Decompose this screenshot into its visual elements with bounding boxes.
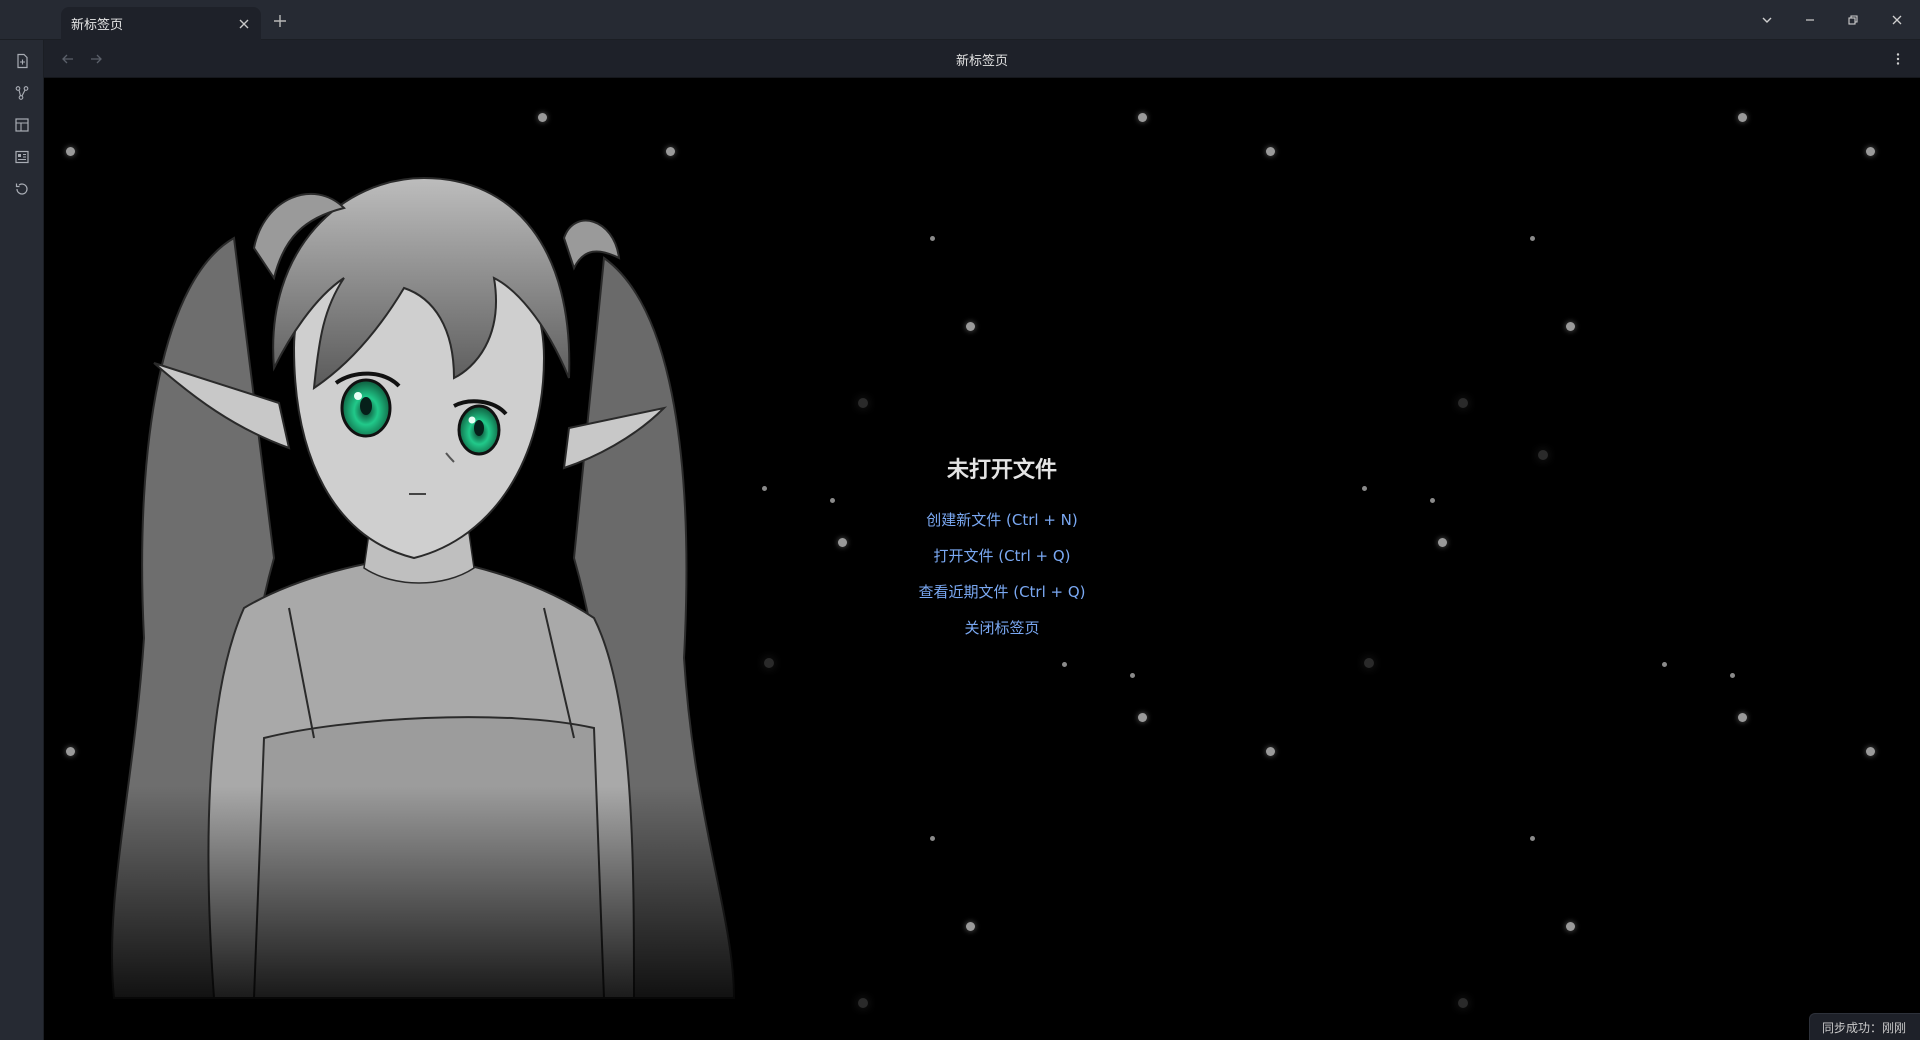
status-bar: 同步成功：刚刚 — [1808, 1013, 1920, 1040]
star-decoration — [1266, 747, 1275, 756]
slides-icon[interactable] — [11, 146, 33, 168]
star-decoration — [858, 398, 868, 408]
sync-history-icon[interactable] — [11, 178, 33, 200]
chevron-down-icon[interactable] — [1753, 8, 1781, 32]
star-decoration — [966, 922, 975, 931]
graph-view-icon[interactable] — [11, 82, 33, 104]
close-icon[interactable] — [1883, 8, 1911, 32]
close-tab-link[interactable]: 关闭标签页 — [44, 617, 1920, 638]
tab-label: 新标签页 — [71, 18, 124, 33]
more-vertical-icon[interactable] — [1888, 49, 1908, 69]
star-decoration — [1266, 147, 1275, 156]
recent-files-link[interactable]: 查看近期文件 (Ctrl + Q) — [44, 581, 1920, 602]
empty-state-title: 未打开文件 — [946, 458, 1057, 483]
star-decoration — [1866, 747, 1875, 756]
star-decoration — [1730, 673, 1735, 678]
star-decoration — [930, 236, 935, 241]
star-decoration — [1138, 113, 1147, 122]
left-ribbon — [0, 40, 44, 1040]
new-note-icon[interactable] — [11, 50, 33, 72]
star-decoration — [1364, 658, 1374, 668]
star-decoration — [1130, 673, 1135, 678]
star-decoration — [1566, 322, 1575, 331]
view-title: 新标签页 — [955, 54, 1008, 69]
star-decoration — [1738, 713, 1747, 722]
star-decoration — [1138, 713, 1147, 722]
restore-icon[interactable] — [1839, 8, 1867, 32]
star-decoration — [1458, 398, 1468, 408]
plus-icon[interactable] — [268, 9, 292, 33]
star-decoration — [1566, 922, 1575, 931]
title-bar: 新标签页 — [0, 0, 1920, 40]
star-decoration — [538, 113, 547, 122]
sync-status[interactable]: 同步成功：刚刚 — [1822, 1019, 1906, 1036]
star-decoration — [1866, 147, 1875, 156]
tab-new-tab[interactable]: 新标签页 — [61, 7, 261, 40]
star-decoration — [1662, 662, 1667, 667]
star-decoration — [1530, 236, 1535, 241]
star-decoration — [858, 998, 868, 1008]
star-decoration — [1530, 836, 1535, 841]
open-file-link[interactable]: 打开文件 (Ctrl + Q) — [44, 545, 1920, 566]
canvas-icon[interactable] — [11, 114, 33, 136]
star-decoration — [966, 322, 975, 331]
editor-content: 未打开文件 创建新文件 (Ctrl + N) 打开文件 (Ctrl + Q) 查… — [44, 78, 1920, 1040]
star-decoration — [1430, 498, 1435, 503]
minimize-icon[interactable] — [1796, 8, 1824, 32]
view-header: 新标签页 — [44, 40, 1920, 78]
star-decoration — [1738, 113, 1747, 122]
create-new-file-link[interactable]: 创建新文件 (Ctrl + N) — [44, 509, 1920, 530]
close-icon[interactable] — [233, 13, 255, 35]
star-decoration — [1362, 486, 1367, 491]
star-decoration — [1458, 998, 1468, 1008]
star-decoration — [830, 498, 835, 503]
star-decoration — [1062, 662, 1067, 667]
star-decoration — [930, 836, 935, 841]
